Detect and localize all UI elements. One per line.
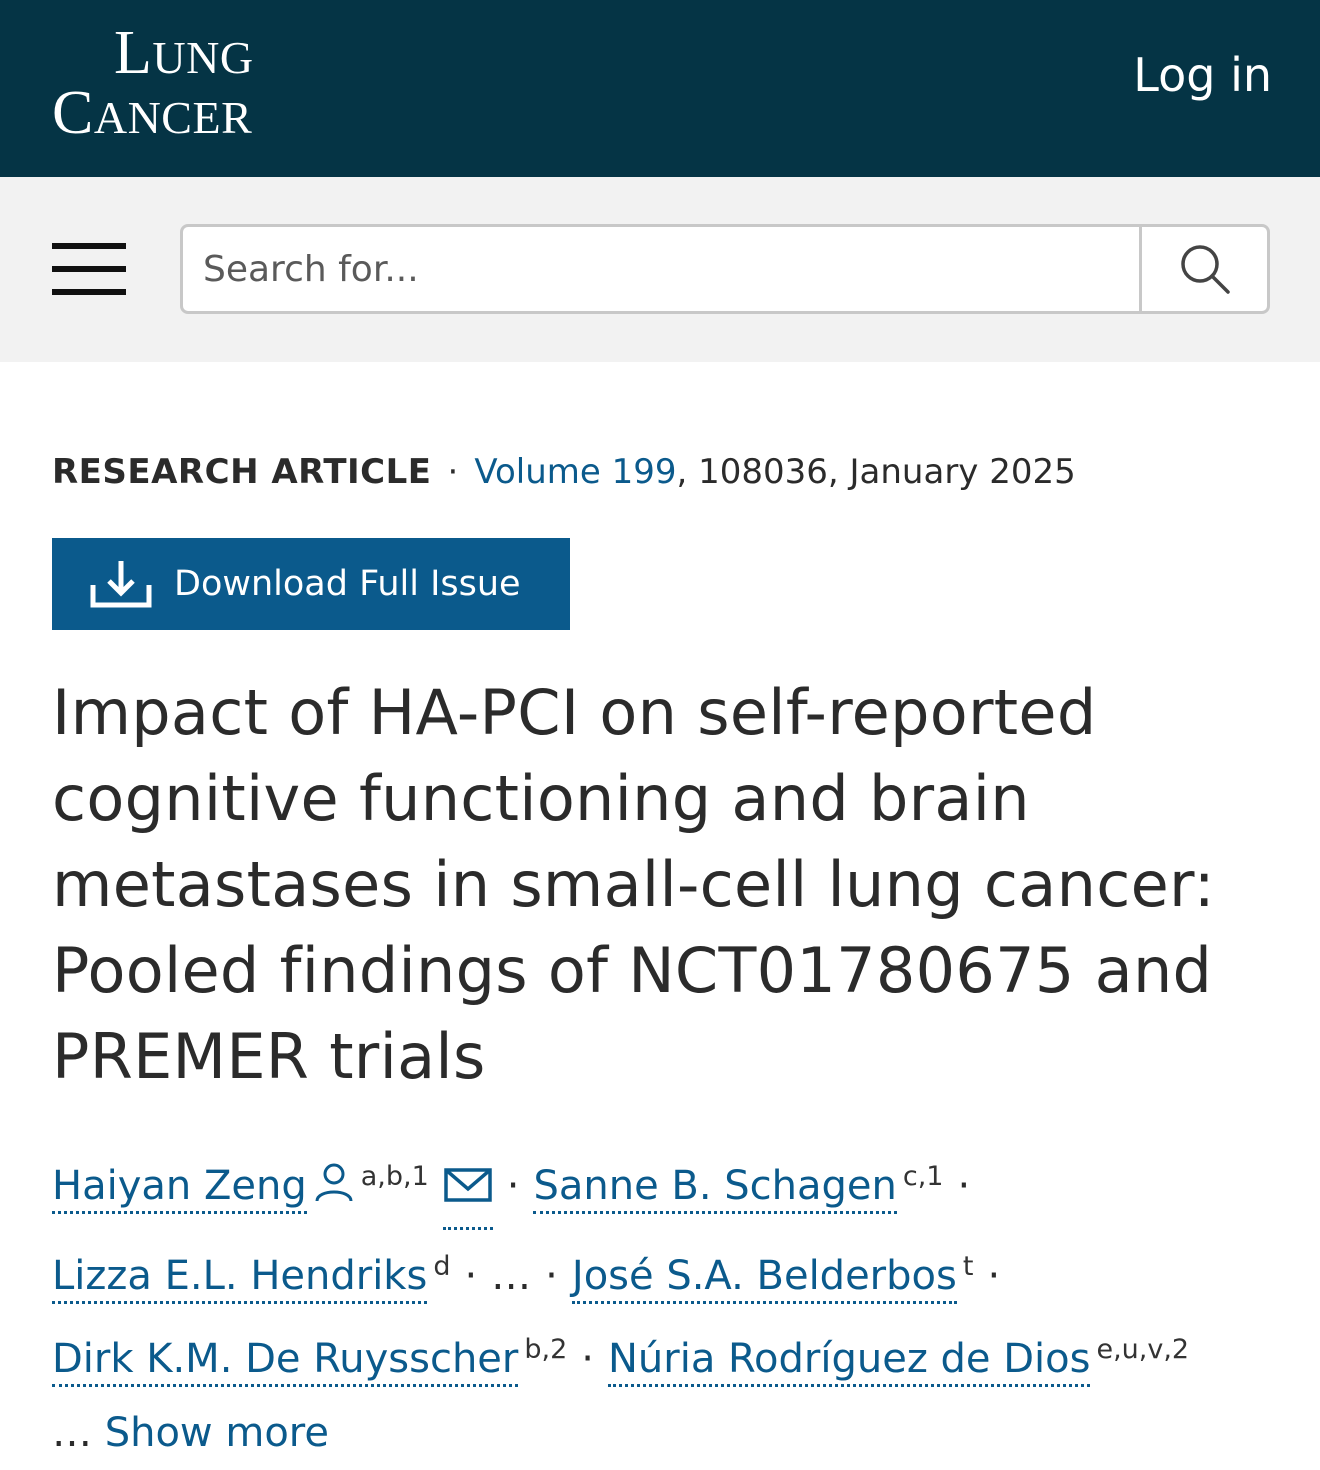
author-separator: · [957, 1163, 971, 1209]
menu-bar [52, 289, 126, 295]
download-full-issue-button[interactable]: Download Full Issue [52, 538, 570, 630]
author-link[interactable]: Haiyan Zeng [52, 1163, 307, 1214]
author-affiliation: t [962, 1251, 974, 1282]
show-more-ellipsis: … [52, 1410, 92, 1456]
author-separator: · [506, 1163, 520, 1209]
search-box [180, 224, 1270, 314]
menu-bar [52, 243, 126, 249]
show-more-link[interactable]: Show more [105, 1410, 329, 1456]
author-link[interactable]: Núria Rodríguez de Dios [607, 1336, 1091, 1387]
citation-details: , 108036, January 2025 [676, 452, 1076, 492]
author-affiliation: c,1 [902, 1161, 944, 1192]
article-type: RESEARCH ARTICLE [52, 452, 432, 492]
site-header: LUNG CANCER Log in [0, 0, 1320, 177]
author-separator: · [581, 1336, 594, 1382]
author-separator: · [545, 1253, 558, 1299]
search-icon [1180, 245, 1230, 294]
author-affiliation: a,b,1 [360, 1161, 429, 1192]
meta-separator: · [447, 452, 459, 492]
login-link[interactable]: Log in [1133, 48, 1272, 102]
person-icon [313, 1153, 355, 1227]
author-ellipsis: … [491, 1253, 532, 1299]
volume-link[interactable]: Volume 199 [474, 452, 676, 492]
show-more-row: … Show more [52, 1396, 1268, 1470]
author-list: Haiyan Zeng a,b,1 · Sanne B. Schagen c,1 · Li… [52, 1140, 1268, 1396]
menu-bar [52, 266, 126, 272]
article-header: RESEARCH ARTICLE · Volume 199, 108036, Jan… [0, 452, 1320, 1470]
author-affiliation: b,2 [524, 1334, 568, 1365]
article-title: Impact of HA-PCI on self-reported cognit… [52, 676, 1215, 1093]
author-separator: · [464, 1253, 478, 1299]
search-band [0, 177, 1320, 362]
article-meta: RESEARCH ARTICLE · Volume 199, 108036, Jan… [52, 452, 1268, 492]
logo-line-1: LUNG [114, 19, 254, 87]
email-icon[interactable] [442, 1153, 493, 1230]
author-link[interactable]: Dirk K.M. De Ruysscher [52, 1336, 519, 1387]
logo-line-2: CANCER [52, 79, 253, 147]
author-affiliation: d [433, 1251, 451, 1282]
download-label: Download Full Issue [174, 564, 521, 604]
journal-logo[interactable]: LUNG CANCER [52, 22, 254, 144]
hamburger-menu-icon[interactable] [52, 243, 126, 295]
author-affiliation: e,u,v,2 [1096, 1334, 1190, 1365]
author-link[interactable]: Lizza E.L. Hendriks [52, 1253, 428, 1304]
author-link[interactable]: José S.A. Belderbos [571, 1253, 957, 1304]
search-button[interactable] [1139, 227, 1267, 311]
author-separator: · [987, 1253, 1001, 1299]
search-input[interactable] [183, 227, 1141, 311]
download-icon [90, 561, 152, 608]
author-link[interactable]: Sanne B. Schagen [533, 1163, 897, 1214]
